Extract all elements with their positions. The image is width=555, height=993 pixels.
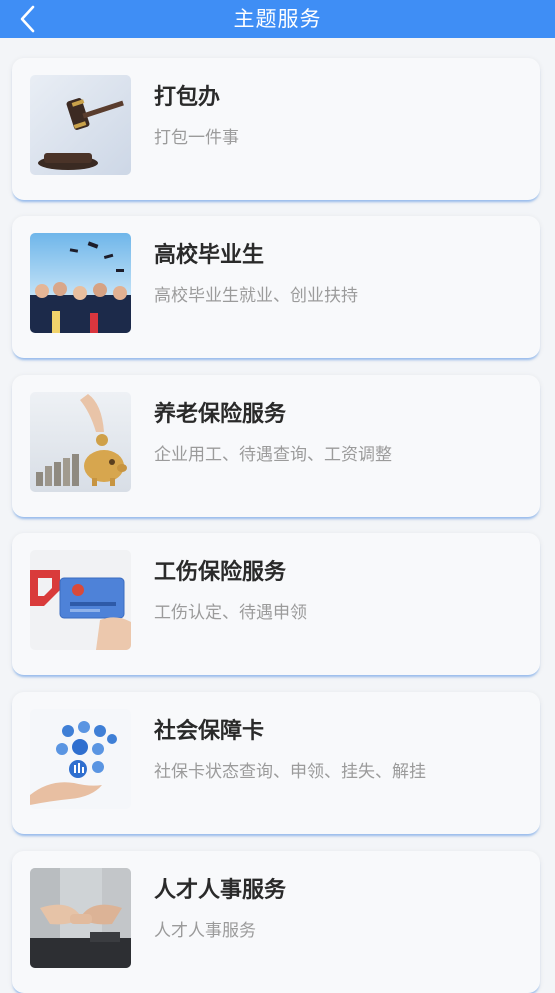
service-card-talent[interactable]: 人才人事服务 人才人事服务 — [12, 851, 540, 993]
service-card-package[interactable]: 打包办 打包一件事 — [12, 58, 540, 200]
top-navigation-bar: 主题服务 — [0, 0, 555, 38]
service-subtitle: 企业用工、待遇查询、工资调整 — [154, 445, 392, 465]
service-title: 社会保障卡 — [154, 719, 265, 744]
service-card-graduates[interactable]: 高校毕业生 高校毕业生就业、创业扶持 — [12, 216, 540, 358]
gavel-image — [30, 75, 131, 175]
service-subtitle: 高校毕业生就业、创业扶持 — [154, 286, 358, 306]
service-card-injury[interactable]: 工伤保险服务 工伤认定、待遇申领 — [12, 533, 540, 675]
service-title: 人才人事服务 — [154, 878, 287, 903]
service-card-social-security-card[interactable]: 社会保障卡 社保卡状态查询、申领、挂失、解挂 — [12, 692, 540, 834]
service-title: 打包办 — [154, 85, 221, 110]
service-subtitle: 打包一件事 — [154, 128, 239, 148]
page-title: 主题服务 — [233, 7, 322, 31]
social-security-card-image — [30, 550, 131, 650]
graduation-caps-image — [30, 233, 131, 333]
piggy-bank-coins-image — [30, 392, 131, 492]
service-title: 高校毕业生 — [154, 243, 265, 268]
service-card-pension[interactable]: 养老保险服务 企业用工、待遇查询、工资调整 — [12, 375, 540, 517]
service-subtitle: 人才人事服务 — [154, 921, 256, 941]
service-subtitle: 工伤认定、待遇申领 — [154, 603, 307, 623]
hand-with-icons-image — [30, 709, 131, 809]
service-subtitle: 社保卡状态查询、申领、挂失、解挂 — [154, 762, 426, 782]
service-title: 工伤保险服务 — [154, 560, 287, 585]
handshake-people-image — [30, 868, 131, 968]
service-title: 养老保险服务 — [154, 402, 287, 427]
